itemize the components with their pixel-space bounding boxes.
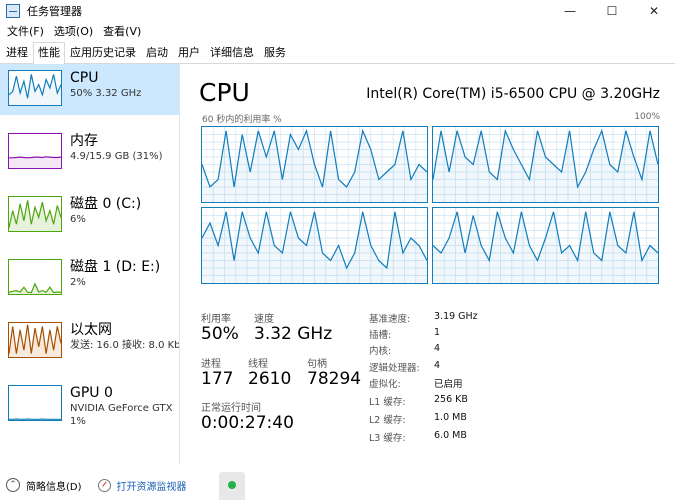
spec-value: 6.0 MB xyxy=(434,430,467,441)
tab-strip: 进程 性能 应用历史记录 启动 用户 详细信息 服务 xyxy=(0,42,675,64)
resource-summary: 4.9/15.9 GB (31%) xyxy=(70,151,163,162)
detail-title: CPU xyxy=(199,78,250,107)
uptime-label: 正常运行时间 xyxy=(201,403,261,414)
threads-value: 2610 xyxy=(248,369,292,389)
resource-summary: 50% 3.32 GHz xyxy=(70,88,142,99)
tab-users[interactable]: 用户 xyxy=(173,42,205,63)
spec-key: 内核: xyxy=(369,346,392,357)
spec-value: 1 xyxy=(434,327,441,338)
resource-name: 内存 xyxy=(70,133,98,149)
processes-label: 进程 xyxy=(201,359,221,370)
fewer-details-button[interactable]: 简略信息(D) xyxy=(26,478,82,493)
tab-performance[interactable]: 性能 xyxy=(33,42,65,64)
chevron-up-icon[interactable]: ⌃ xyxy=(6,478,20,492)
open-resource-monitor-link[interactable]: 打开资源监视器 xyxy=(117,478,187,493)
title-bar: 任务管理器 — ☐ ✕ xyxy=(0,0,675,22)
spec-key: L3 缓存: xyxy=(369,433,406,444)
resource-name: 磁盘 1 (D: E:) xyxy=(70,259,161,275)
spec-key: 逻辑处理器: xyxy=(369,363,420,374)
tab-app-history[interactable]: 应用历史记录 xyxy=(65,42,141,63)
series-area xyxy=(9,200,61,231)
core-graph-1 xyxy=(432,126,659,203)
footer-bar: ⌃ 简略信息(D) 打开资源监视器 xyxy=(0,470,675,500)
spec-key: L2 缓存: xyxy=(369,415,406,426)
close-button[interactable]: ✕ xyxy=(633,0,675,22)
speed-label: 速度 xyxy=(254,314,274,325)
resource-gpu[interactable]: GPU 0 NVIDIA GeForce GTX 1% xyxy=(0,379,179,430)
resource-name: 以太网 xyxy=(70,322,112,338)
utilization-value: 50% xyxy=(201,324,239,344)
spec-key: 插槽: xyxy=(369,330,392,341)
window-title: 任务管理器 xyxy=(27,5,82,18)
menu-options[interactable]: 选项(O) xyxy=(49,23,98,39)
tab-startup[interactable]: 启动 xyxy=(141,42,173,63)
spec-key: 基准速度: xyxy=(369,314,411,325)
task-manager-icon xyxy=(6,4,20,18)
uptime-value: 0:00:27:40 xyxy=(201,413,294,433)
spec-value: 1.0 MB xyxy=(434,412,467,423)
cpu-model: Intel(R) Core(TM) i5-6500 CPU @ 3.20GHz xyxy=(366,86,660,102)
spec-value: 256 KB xyxy=(434,394,468,405)
tab-processes[interactable]: 进程 xyxy=(1,42,33,63)
resource-utilization: 1% xyxy=(70,416,86,427)
core-graph-0 xyxy=(201,126,428,203)
menu-bar: 文件(F) 选项(O) 查看(V) xyxy=(0,22,146,40)
cpu-thumbnail-graph xyxy=(8,70,62,106)
status-indicator xyxy=(219,472,245,500)
tab-details[interactable]: 详细信息 xyxy=(205,42,259,63)
gpu-thumbnail-graph xyxy=(8,385,62,421)
resource-ethernet[interactable]: 以太网 发送: 16.0 接收: 8.0 Kb xyxy=(0,316,179,367)
resource-memory[interactable]: 内存 4.9/15.9 GB (31%) xyxy=(0,127,179,178)
window-controls: — ☐ ✕ xyxy=(549,0,675,22)
handles-label: 句柄 xyxy=(307,359,327,370)
resource-list: CPU 50% 3.32 GHz 内存 4.9/15.9 GB (31%) 磁盘… xyxy=(0,64,180,464)
resource-summary: NVIDIA GeForce GTX xyxy=(70,403,173,414)
series-line xyxy=(9,156,61,159)
spec-value: 已启用 xyxy=(434,379,463,390)
processes-value: 177 xyxy=(201,369,234,389)
resource-summary: 2% xyxy=(70,277,86,288)
maximize-button[interactable]: ☐ xyxy=(591,0,633,22)
resource-summary: 发送: 16.0 接收: 8.0 Kb xyxy=(70,340,179,351)
threads-label: 线程 xyxy=(248,359,268,370)
resource-name: CPU xyxy=(70,70,99,86)
spec-value: 4 xyxy=(434,360,441,371)
utilization-label: 利用率 xyxy=(201,314,231,325)
core-graphs xyxy=(201,126,659,285)
ethernet-thumbnail-graph xyxy=(8,322,62,358)
tab-services[interactable]: 服务 xyxy=(259,42,291,63)
disk1-thumbnail-graph xyxy=(8,259,62,295)
menu-file[interactable]: 文件(F) xyxy=(2,23,49,39)
resource-summary: 6% xyxy=(70,214,86,225)
core-graph-2 xyxy=(201,207,428,284)
resource-name: 磁盘 0 (C:) xyxy=(70,196,142,212)
minimize-button[interactable]: — xyxy=(549,0,591,22)
spec-key: 虚拟化: xyxy=(369,379,401,390)
graph-caption: 60 秒内的利用率 % xyxy=(202,115,282,125)
graph-max-label: 100% xyxy=(634,112,660,122)
spec-key: L1 缓存: xyxy=(369,397,406,408)
handles-value: 78294 xyxy=(307,369,362,389)
cpu-detail-pane: CPU Intel(R) Core(TM) i5-6500 CPU @ 3.20… xyxy=(181,64,675,464)
spec-value: 3.19 GHz xyxy=(434,311,478,322)
resource-cpu[interactable]: CPU 50% 3.32 GHz xyxy=(0,64,179,115)
resource-name: GPU 0 xyxy=(70,385,113,401)
memory-thumbnail-graph xyxy=(8,133,62,169)
core-graph-3 xyxy=(432,207,659,284)
resource-disk-1[interactable]: 磁盘 1 (D: E:) 2% xyxy=(0,253,179,304)
resource-monitor-icon[interactable] xyxy=(97,478,111,492)
resource-disk-0[interactable]: 磁盘 0 (C:) 6% xyxy=(0,190,179,241)
menu-view[interactable]: 查看(V) xyxy=(98,23,146,39)
disk0-thumbnail-graph xyxy=(8,196,62,232)
spec-value: 4 xyxy=(434,343,441,354)
speed-value: 3.32 GHz xyxy=(254,324,333,344)
series-area xyxy=(9,156,61,168)
